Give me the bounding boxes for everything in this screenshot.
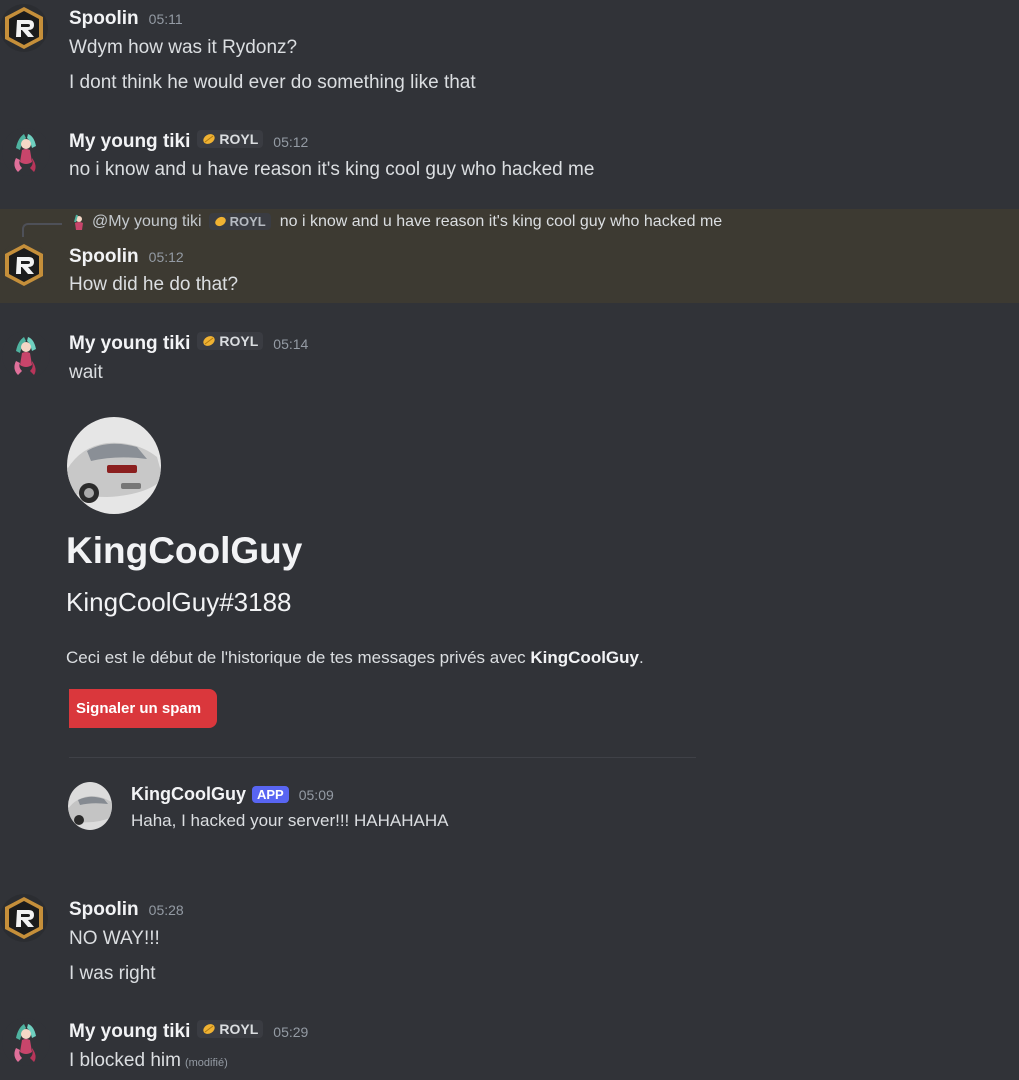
message-text: I was right — [69, 963, 156, 984]
reply-preview[interactable]: @My young tiki ROYL no i know and u have… — [70, 212, 723, 231]
guild-tag[interactable]: ROYL — [197, 130, 264, 148]
guild-tag-label: ROYL — [219, 131, 259, 147]
username[interactable]: Spoolin — [69, 8, 139, 30]
hexagon-r-logo-icon — [0, 4, 48, 52]
message-text: I dont think he would ever do something … — [69, 72, 476, 93]
hexagon-r-logo-icon — [0, 894, 48, 942]
username[interactable]: My young tiki — [69, 1021, 190, 1043]
embed-dm-avatar[interactable] — [68, 782, 112, 830]
reply-author[interactable]: @My young tiki — [92, 213, 202, 231]
message-text: How did he do that? — [69, 274, 239, 295]
timestamp: 05:29 — [273, 1024, 309, 1040]
timestamp: 05:11 — [148, 11, 183, 27]
username[interactable]: Spoolin — [69, 899, 139, 921]
hexagon-r-logo-icon — [0, 241, 48, 289]
anime-character-icon — [2, 331, 50, 379]
report-spam-label: Signaler un spam — [76, 700, 202, 717]
embed-username-tag: KingCoolGuy#3188 — [66, 587, 292, 617]
silver-car-icon — [68, 782, 112, 830]
leaf-icon — [203, 1024, 216, 1034]
guild-tag[interactable]: ROYL — [197, 332, 264, 350]
reply-connector — [22, 223, 62, 237]
leaf-icon — [203, 336, 216, 346]
spoolin-avatar[interactable] — [0, 241, 48, 289]
embed-description-name: KingCoolGuy — [530, 648, 639, 667]
embed-dm-timestamp: 05:09 — [298, 787, 334, 803]
spoolin-avatar[interactable] — [0, 894, 48, 942]
reply-guild-tag: ROYL — [208, 212, 271, 230]
message-text: I blocked him — [69, 1050, 181, 1071]
embed-profile-avatar[interactable] — [67, 417, 161, 514]
username[interactable]: My young tiki — [69, 333, 190, 355]
guild-tag-label: ROYL — [219, 333, 259, 349]
anime-character-icon — [2, 128, 50, 176]
app-badge: APP — [252, 786, 289, 803]
leaf-icon — [214, 216, 226, 226]
embed-dm-text: Haha, I hacked your server!!! HAHAHAHA — [131, 811, 449, 830]
anime-character-icon — [2, 1018, 50, 1066]
embed-dm-author[interactable]: KingCoolGuy — [131, 784, 246, 805]
silver-car-icon — [67, 417, 161, 514]
embed-description: Ceci est le début de l'historique de tes… — [66, 648, 644, 668]
embed-description-text: Ceci est le début de l'historique de tes… — [66, 648, 531, 667]
username[interactable]: Spoolin — [69, 246, 139, 268]
embed-display-name: KingCoolGuy — [66, 530, 303, 571]
message-text: wait — [69, 362, 103, 383]
timestamp: 05:28 — [148, 902, 184, 918]
spoolin-avatar[interactable] — [0, 4, 48, 52]
message-text: no i know and u have reason it's king co… — [69, 159, 595, 180]
leaf-icon — [203, 134, 216, 144]
tiki-avatar[interactable] — [2, 1018, 50, 1066]
reply-guild-tag-label: ROYL — [229, 213, 266, 229]
timestamp: 05:14 — [273, 336, 309, 352]
tiki-avatar[interactable] — [2, 128, 50, 176]
timestamp: 05:12 — [148, 249, 184, 265]
message-text: Wdym how was it Rydonz? — [69, 37, 298, 58]
embed-description-suffix: . — [639, 648, 644, 667]
tiki-avatar[interactable] — [2, 331, 50, 379]
report-spam-button[interactable]: Signaler un spam — [69, 689, 217, 728]
message-text: NO WAY!!! — [69, 928, 160, 949]
username[interactable]: My young tiki — [69, 131, 190, 153]
guild-tag-label: ROYL — [219, 1021, 259, 1037]
message-text-row: I blocked him (modifié) — [69, 1050, 228, 1072]
guild-tag[interactable]: ROYL — [197, 1020, 264, 1038]
timestamp: 05:12 — [273, 134, 309, 150]
edited-label: (modifié) — [184, 1057, 228, 1069]
reply-avatar-icon — [74, 214, 83, 230]
embed-divider — [69, 757, 696, 758]
reply-text: no i know and u have reason it's king co… — [279, 213, 723, 230]
